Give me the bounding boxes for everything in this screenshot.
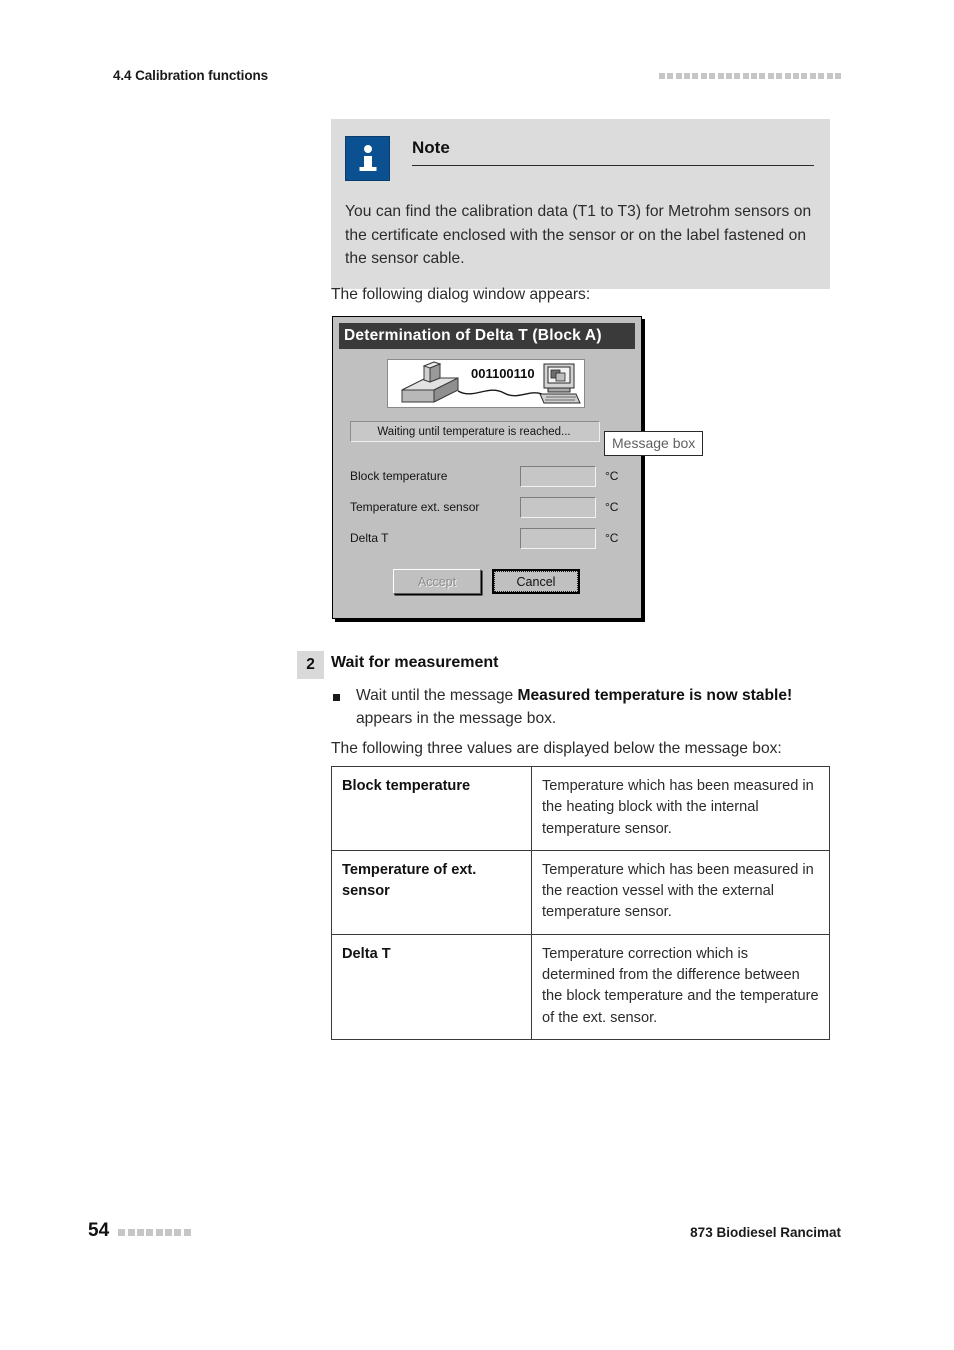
note-body-text: You can find the calibration data (T1 to…: [345, 203, 812, 268]
bullet-emphasis: Measured temperature is now stable!: [517, 687, 793, 704]
field-unit: °C: [605, 500, 619, 514]
bullet-marker-icon: [333, 694, 340, 701]
field-label: Delta T: [350, 531, 389, 545]
field-unit: °C: [605, 469, 619, 483]
note-title-divider: [412, 165, 814, 166]
page-header: 4.4 Calibration functions: [113, 68, 841, 90]
note-title: Note: [412, 138, 450, 157]
note-box: Note You can find the calibration data (…: [331, 119, 830, 290]
dialog-illustration: 001100110: [387, 359, 585, 408]
info-icon-foot: [359, 167, 376, 171]
table-row: Temperature of ext. sensor Temperature w…: [331, 849, 830, 935]
heating-block-icon: [401, 361, 459, 403]
step-title: Wait for measurement: [331, 654, 499, 671]
table-cell-term: Temperature of ext. sensor: [331, 849, 532, 935]
field-label: Temperature ext. sensor: [350, 500, 480, 514]
note-header: Note: [345, 136, 814, 181]
values-intro-paragraph: The following three values are displayed…: [331, 740, 782, 757]
table-row: Block temperature Temperature which has …: [331, 766, 830, 851]
table-cell-term: Block temperature: [331, 766, 532, 851]
dialog-titlebar: Determination of Delta T (Block A): [339, 323, 635, 349]
dialog-field-temperature-ext-sensor: Temperature ext. sensor °C: [350, 496, 630, 518]
description-table: Block temperature Temperature which has …: [331, 766, 830, 1040]
table-row: Delta T Temperature correction which is …: [331, 933, 830, 1040]
accept-button[interactable]: Accept: [393, 569, 481, 594]
header-chapter-title: 4.4 Calibration functions: [113, 68, 269, 83]
cancel-button[interactable]: Cancel: [492, 569, 580, 594]
field-input[interactable]: [520, 465, 596, 487]
message-box-callout: Message box: [604, 431, 704, 456]
table-cell-description: Temperature correction which is determin…: [531, 933, 830, 1040]
table-cell-description: Temperature which has been measured in t…: [531, 766, 830, 851]
dialog-screenshot: Determination of Delta T (Block A) 00110…: [332, 316, 642, 619]
dialog-message-box: Waiting until temperature is reached...: [350, 421, 600, 442]
step-number-badge: 2: [297, 651, 324, 679]
footer-document-title: 873 Biodiesel Rancimat: [690, 1225, 841, 1240]
step-bullet-item: Wait until the message Measured temperat…: [333, 684, 833, 731]
field-label: Block temperature: [350, 469, 448, 483]
field-unit: °C: [605, 531, 619, 545]
footer-decoration-squares: [118, 1226, 191, 1236]
dialog-intro-paragraph: The following dialog window appears:: [331, 286, 591, 303]
cable-path: [457, 389, 545, 397]
page-number: 54: [88, 1220, 110, 1241]
table-cell-description: Temperature which has been measured in t…: [531, 849, 830, 935]
dialog-field-delta-t: Delta T °C: [350, 527, 630, 549]
table-cell-term: Delta T: [331, 933, 532, 1040]
field-input[interactable]: [520, 496, 596, 518]
bullet-tail: appears in the message box.: [356, 710, 557, 728]
dialog-field-block-temperature: Block temperature °C: [350, 465, 630, 487]
info-icon-dot: [363, 145, 372, 153]
note-title-wrap: Note: [412, 136, 814, 166]
computer-icon: [539, 363, 581, 404]
binary-data-text: 001100110: [471, 366, 535, 381]
device-connection-illustration: 001100110: [401, 361, 581, 404]
step-bullet-text: Wait until the message Measured temperat…: [356, 684, 833, 731]
footer-page-group: 54: [88, 1220, 191, 1242]
bullet-lead: Wait until the message: [356, 687, 518, 704]
cancel-button-label: Cancel: [494, 571, 578, 592]
header-decoration-squares: [658, 73, 841, 79]
info-icon: [345, 136, 390, 181]
page-footer: 54 873 Biodiesel Rancimat: [88, 1220, 841, 1244]
field-input[interactable]: [520, 527, 596, 549]
